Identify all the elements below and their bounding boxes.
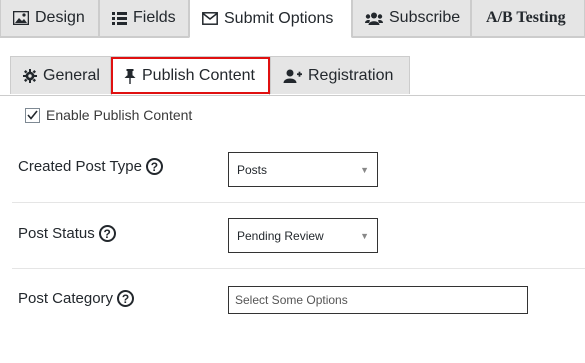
envelope-icon — [202, 12, 218, 25]
post-status-select[interactable]: Pending Review ▼ — [228, 218, 378, 253]
image-icon — [13, 11, 29, 25]
chevron-down-icon: ▼ — [360, 164, 369, 175]
tab-ab-testing[interactable]: A/B Testing — [471, 0, 585, 37]
enable-publish-content-label: Enable Publish Content — [46, 107, 193, 123]
created-post-type-label: Created Post Type ? — [18, 158, 163, 175]
tab-design[interactable]: Design — [0, 0, 99, 37]
help-icon[interactable]: ? — [145, 158, 163, 175]
help-icon[interactable]: ? — [98, 225, 116, 242]
post-status-label: Post Status ? — [18, 225, 116, 242]
subtab-publish-content[interactable]: Publish Content — [111, 56, 270, 95]
tab-fields[interactable]: Fields — [99, 0, 189, 37]
chevron-down-icon: ▼ — [360, 230, 369, 241]
subtab-general[interactable]: General — [10, 56, 111, 94]
post-category-multiselect[interactable]: Select Some Options — [228, 286, 528, 314]
enable-publish-content-checkbox[interactable] — [25, 107, 40, 123]
pin-icon — [124, 68, 136, 84]
enable-publish-content-row[interactable]: Enable Publish Content — [25, 107, 192, 123]
divider — [12, 202, 585, 203]
tab-fields-label: Fields — [133, 9, 176, 26]
post-category-text: Post Category — [18, 290, 114, 307]
post-status-text: Post Status — [18, 225, 95, 242]
tab-design-label: Design — [35, 9, 85, 26]
tab-ab-testing-label: A/B Testing — [486, 9, 566, 26]
post-type-select-value: Posts — [237, 162, 268, 177]
post-type-select[interactable]: Posts ▼ — [228, 152, 378, 187]
post-status-select-value: Pending Review — [237, 228, 324, 243]
created-post-type-text: Created Post Type — [18, 158, 142, 175]
checkmark-icon — [27, 110, 38, 120]
subtab-general-label: General — [43, 66, 100, 84]
users-icon — [365, 12, 383, 25]
subtab-registration[interactable]: Registration — [270, 56, 410, 94]
tab-submit-options-label: Submit Options — [224, 9, 334, 27]
subtab-publish-content-label: Publish Content — [142, 67, 255, 84]
list-icon — [112, 11, 127, 25]
tab-subscribe[interactable]: Subscribe — [352, 0, 471, 37]
subtab-registration-label: Registration — [308, 66, 394, 84]
user-plus-icon — [283, 69, 302, 83]
tab-submit-options[interactable]: Submit Options — [189, 0, 352, 38]
sub-tab-bar: General Publish Content Registration — [0, 56, 585, 96]
post-category-placeholder: Select Some Options — [235, 293, 348, 307]
top-tab-bar: Design Fields Submit Options Subscribe A… — [0, 0, 585, 38]
tab-subscribe-label: Subscribe — [389, 9, 461, 26]
gear-icon — [23, 68, 37, 83]
divider — [12, 268, 585, 269]
help-icon[interactable]: ? — [117, 290, 135, 307]
post-category-label: Post Category ? — [18, 290, 135, 307]
